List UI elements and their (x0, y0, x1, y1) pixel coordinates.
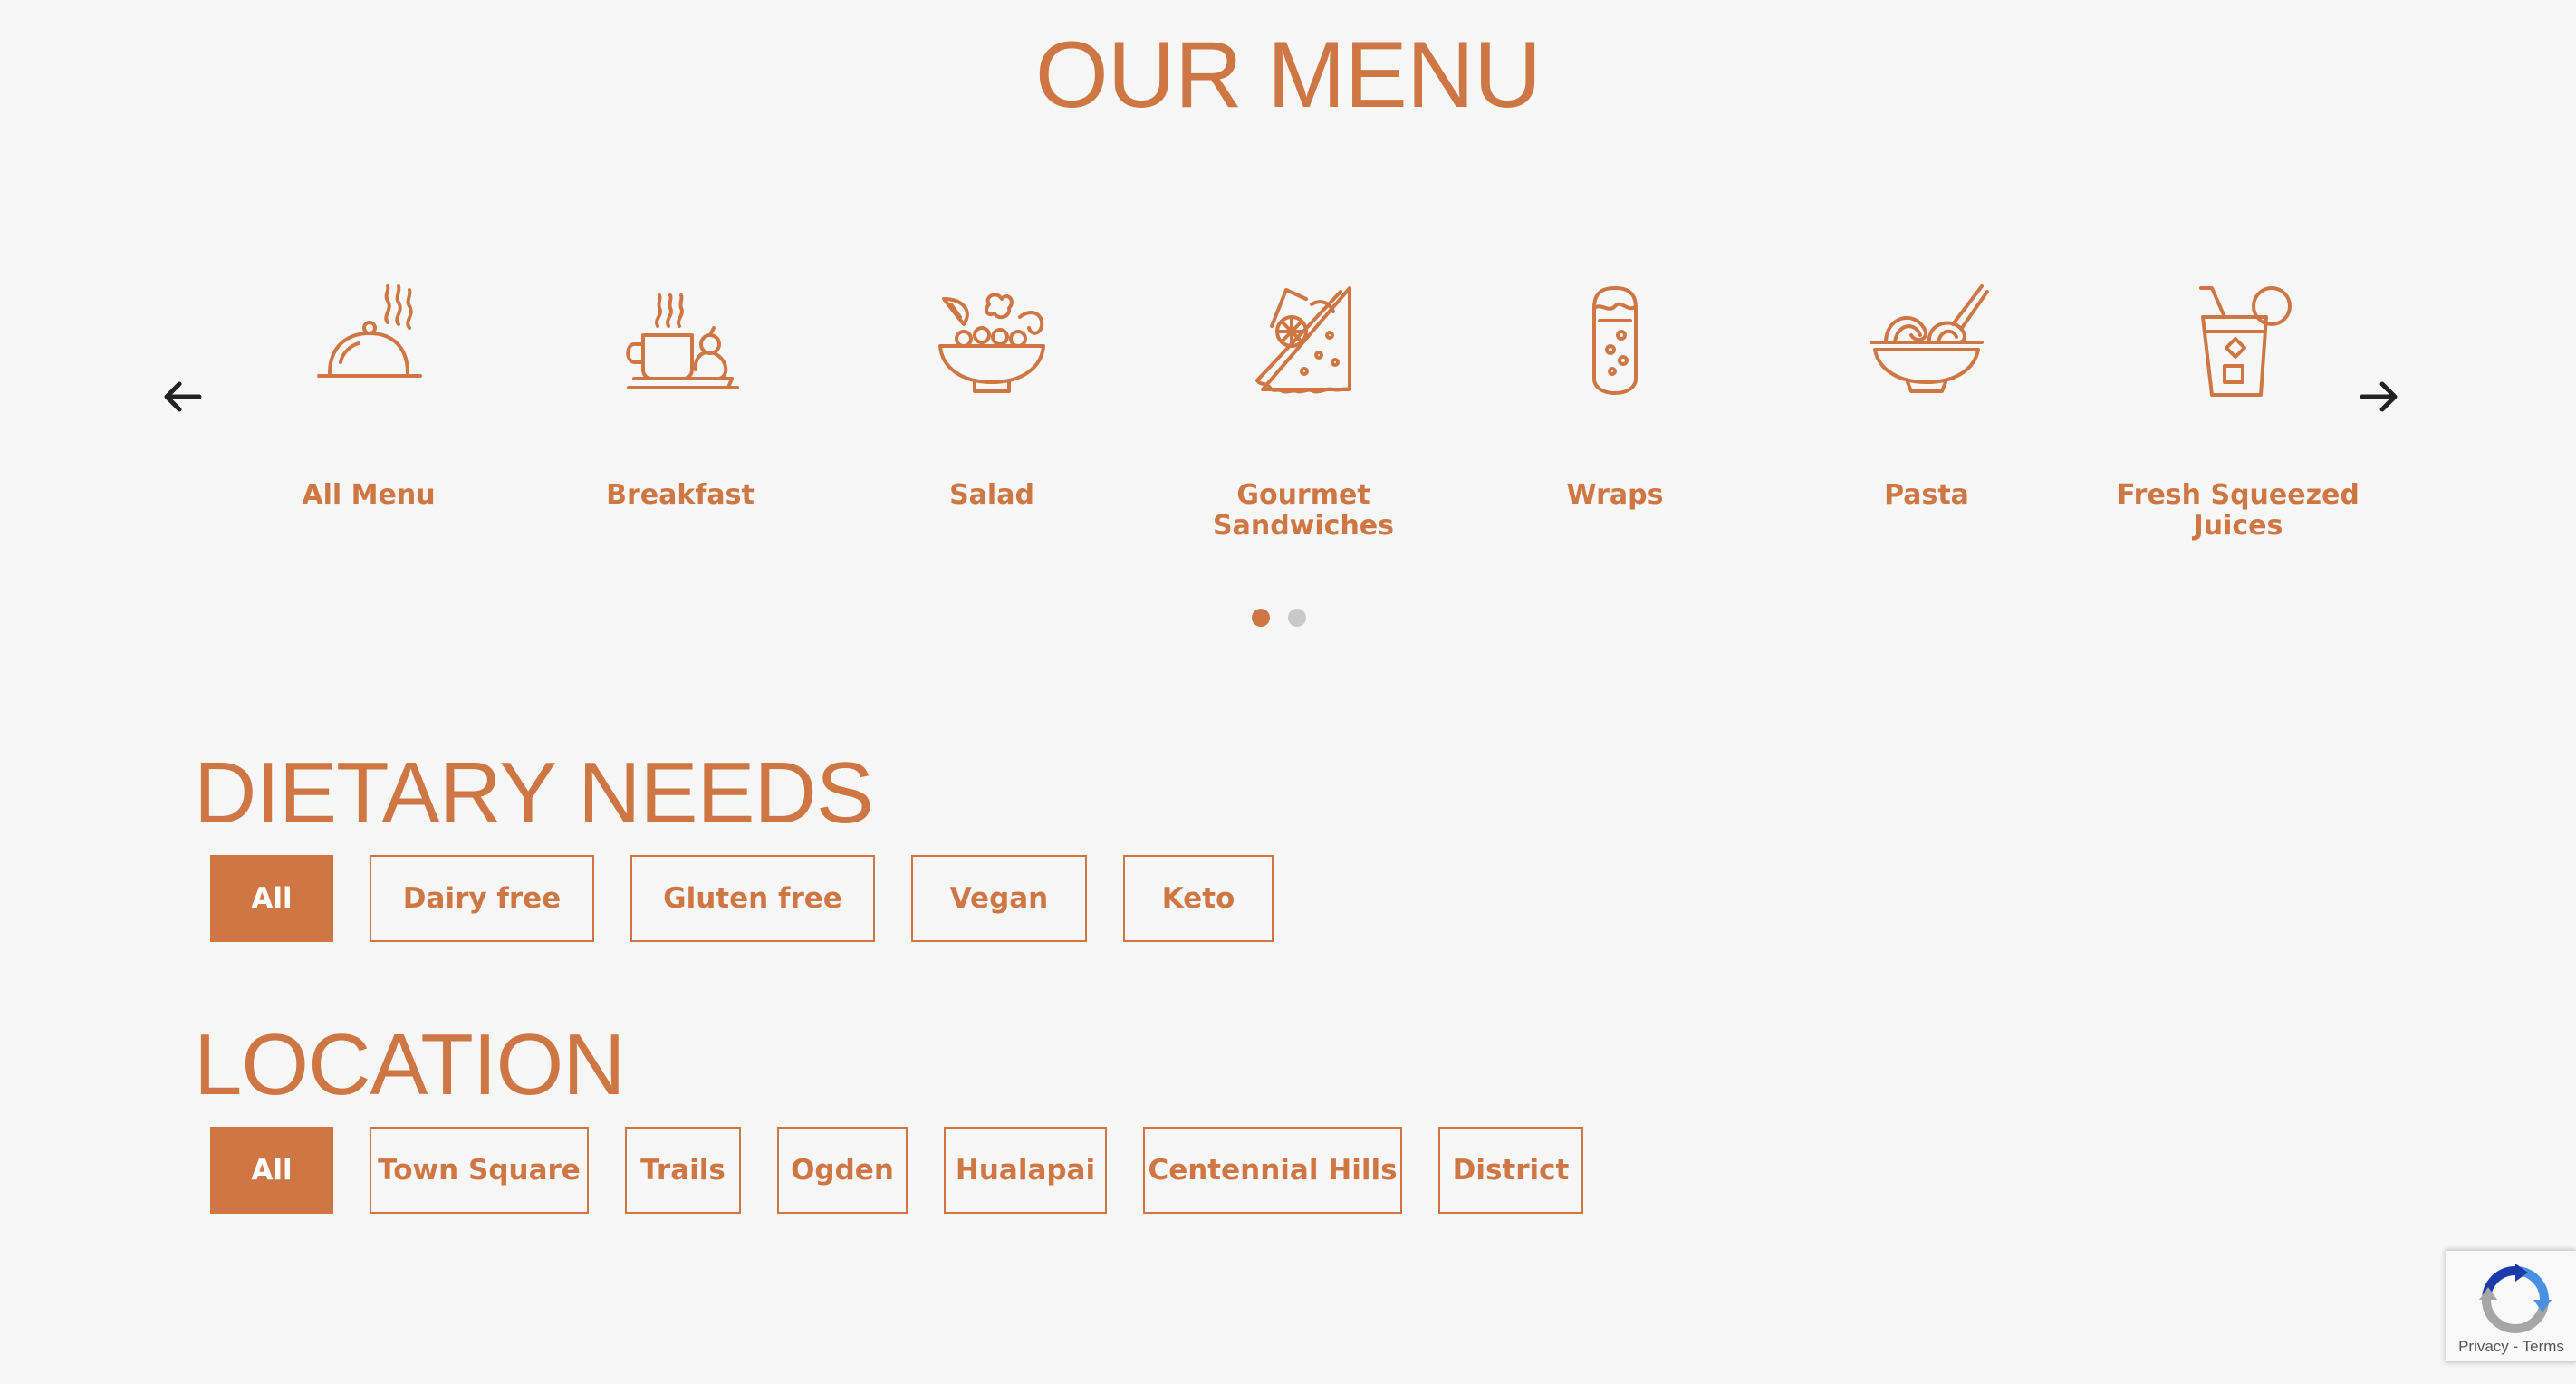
pagination-dot-1[interactable] (1252, 609, 1270, 627)
juice-cup-icon (2170, 272, 2306, 408)
category-label: Fresh Squeezed Juices (2117, 479, 2360, 542)
category-label: Gourmet Sandwiches (1212, 479, 1395, 542)
recaptcha-links: Privacy - Terms (2446, 1338, 2576, 1356)
dietary-needs-heading: DIETARY NEEDS (194, 745, 874, 841)
cloche-icon (301, 272, 437, 408)
dietary-filter-keto[interactable]: Keto (1123, 855, 1274, 942)
breakfast-mug-icon (612, 272, 748, 408)
category-salad[interactable]: Salad (851, 272, 1132, 511)
category-label: Pasta (1884, 479, 1969, 511)
location-filter-ogden[interactable]: Ogden (777, 1127, 908, 1214)
noodle-bowl-icon (1859, 272, 1994, 408)
recaptcha-logo-icon (2479, 1264, 2552, 1333)
location-filter-district[interactable]: District (1438, 1127, 1583, 1214)
page-title: OUR MENU (1034, 23, 1542, 128)
salad-bowl-icon (924, 272, 1060, 408)
location-filter-hualapai[interactable]: Hualapai (944, 1127, 1107, 1214)
category-label: Breakfast (606, 479, 755, 511)
arrow-left-icon (164, 381, 202, 412)
recaptcha-privacy-link[interactable]: Privacy (2458, 1338, 2509, 1355)
dietary-filter-vegan[interactable]: Vegan (911, 855, 1087, 942)
recaptcha-terms-link[interactable]: Terms (2523, 1338, 2564, 1355)
pagination-dot-2[interactable] (1288, 609, 1306, 627)
wrap-icon (1547, 272, 1683, 408)
dietary-filter-dairy-free[interactable]: Dairy free (370, 855, 594, 942)
category-label: Wraps (1566, 479, 1664, 511)
category-wraps[interactable]: Wraps (1475, 272, 1755, 511)
category-label: Salad (949, 479, 1034, 511)
category-breakfast[interactable]: Breakfast (540, 272, 821, 511)
category-gourmet-sandwiches[interactable]: Gourmet Sandwiches (1163, 272, 1444, 542)
recaptcha-separator: - (2508, 1338, 2523, 1355)
dietary-filter-all[interactable]: All (210, 855, 333, 942)
location-filter-trails[interactable]: Trails (625, 1127, 741, 1214)
location-filter-all[interactable]: All (210, 1127, 333, 1214)
category-pasta[interactable]: Pasta (1786, 272, 2067, 511)
category-all-menu[interactable]: All Menu (228, 272, 509, 511)
menu-page: OUR MENU All Menu Breakfast Salad Gourme… (0, 0, 2576, 1384)
category-fresh-squeezed-juices[interactable]: Fresh Squeezed Juices (2098, 272, 2379, 542)
carousel-prev-button[interactable] (156, 370, 210, 424)
sandwich-icon (1235, 272, 1371, 408)
dietary-filter-gluten-free[interactable]: Gluten free (630, 855, 875, 942)
location-filter-centennial-hills[interactable]: Centennial Hills (1143, 1127, 1402, 1214)
recaptcha-badge[interactable]: Privacy - Terms (2446, 1250, 2576, 1362)
location-filter-town-square[interactable]: Town Square (370, 1127, 589, 1214)
carousel-pagination (1252, 609, 1324, 631)
category-label: All Menu (302, 479, 436, 511)
menu-category-carousel: All Menu Breakfast Salad Gourmet Sandwic… (228, 272, 2402, 598)
location-heading: LOCATION (194, 1016, 626, 1113)
